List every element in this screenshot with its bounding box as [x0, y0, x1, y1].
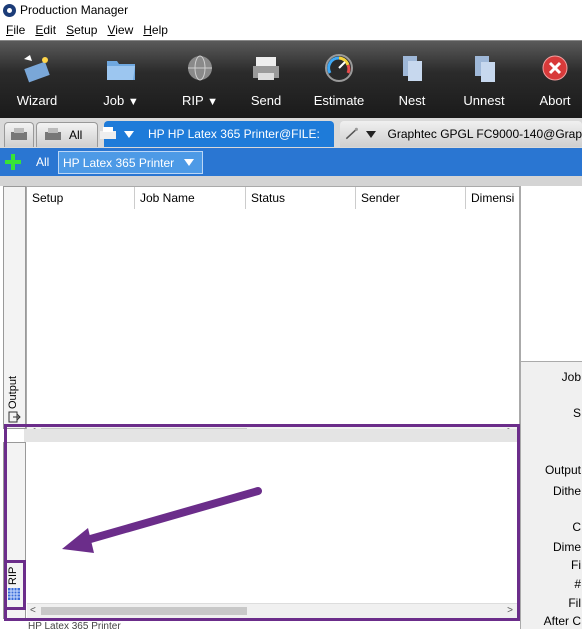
- nest-button[interactable]: Nest: [395, 41, 429, 119]
- printer-icon: [45, 128, 61, 140]
- app-icon: [3, 3, 16, 17]
- printer-icon: [11, 128, 27, 140]
- printer-icon: [100, 127, 116, 139]
- menu-file[interactable]: File: [6, 23, 25, 37]
- printer-filter-dropdown[interactable]: HP Latex 365 Printer: [58, 151, 203, 174]
- filter-bar: All HP Latex 365 Printer: [0, 148, 582, 176]
- gauge-icon: [325, 54, 353, 82]
- chevron-down-icon: ▼: [207, 96, 218, 108]
- menu-edit[interactable]: Edit: [35, 23, 56, 37]
- menu-setup[interactable]: Setup: [66, 23, 97, 37]
- nest-icon: [403, 56, 422, 81]
- preview-panel: [520, 186, 582, 362]
- title-bar: Production Manager: [0, 0, 582, 20]
- tab-graphtec[interactable]: Graphtec GPGL FC9000-140@Grap: [340, 121, 582, 147]
- menu-bar: File Edit Setup View Help: [0, 20, 582, 40]
- chevron-down-icon: [184, 159, 195, 166]
- abort-icon: [542, 55, 568, 81]
- menu-view[interactable]: View: [107, 23, 133, 37]
- send-button[interactable]: Send: [247, 41, 285, 119]
- abort-button[interactable]: Abort: [537, 41, 573, 119]
- tab-printer-icon[interactable]: [4, 122, 34, 147]
- filter-all[interactable]: All: [36, 155, 49, 169]
- job-button[interactable]: Job ▼: [96, 41, 146, 119]
- unnest-button[interactable]: Unnest: [462, 41, 506, 119]
- output-icon: [8, 411, 21, 423]
- highlight-box-rip-tab: [4, 560, 26, 610]
- add-icon[interactable]: [4, 153, 22, 171]
- globe-icon: [188, 55, 212, 81]
- menu-help[interactable]: Help: [143, 23, 168, 37]
- wizard-icon: [24, 55, 50, 83]
- main-toolbar: Wizard Job ▼ RIP ▼ Send Estimate Nest Un…: [0, 40, 582, 119]
- output-job-list[interactable]: Setup Job Name Status Sender Dimensi: [26, 186, 520, 429]
- printer-tab-bar: All HP HP Latex 365 Printer@FILE: Grapht…: [0, 118, 582, 149]
- unnest-icon: [475, 56, 495, 82]
- chevron-down-icon: [124, 130, 134, 138]
- tab-hp-latex-365[interactable]: HP HP Latex 365 Printer@FILE:: [100, 121, 334, 147]
- tab-all[interactable]: All: [36, 122, 98, 147]
- column-header-dimensions[interactable]: Dimensi: [466, 187, 519, 209]
- column-header-job-name[interactable]: Job Name: [135, 187, 246, 209]
- highlight-box-rip-area: [4, 424, 520, 621]
- column-header-sender[interactable]: Sender: [356, 187, 466, 209]
- job-properties-panel: Job S Output Dithe C Dime Fi # Fil After…: [520, 362, 582, 629]
- estimate-button[interactable]: Estimate: [312, 41, 366, 119]
- window-title: Production Manager: [20, 3, 129, 17]
- folder-icon: [107, 61, 135, 80]
- cutter-icon: [345, 127, 358, 140]
- column-header-status[interactable]: Status: [246, 187, 356, 209]
- chevron-down-icon: [365, 130, 376, 138]
- separator: [0, 176, 582, 186]
- chevron-down-icon: ▼: [127, 96, 139, 108]
- printer-icon: [253, 57, 279, 80]
- output-side-tab[interactable]: Output: [3, 186, 26, 429]
- column-header-setup[interactable]: Setup: [27, 187, 135, 209]
- wizard-button[interactable]: Wizard: [14, 41, 60, 119]
- rip-button[interactable]: RIP ▼: [175, 41, 225, 119]
